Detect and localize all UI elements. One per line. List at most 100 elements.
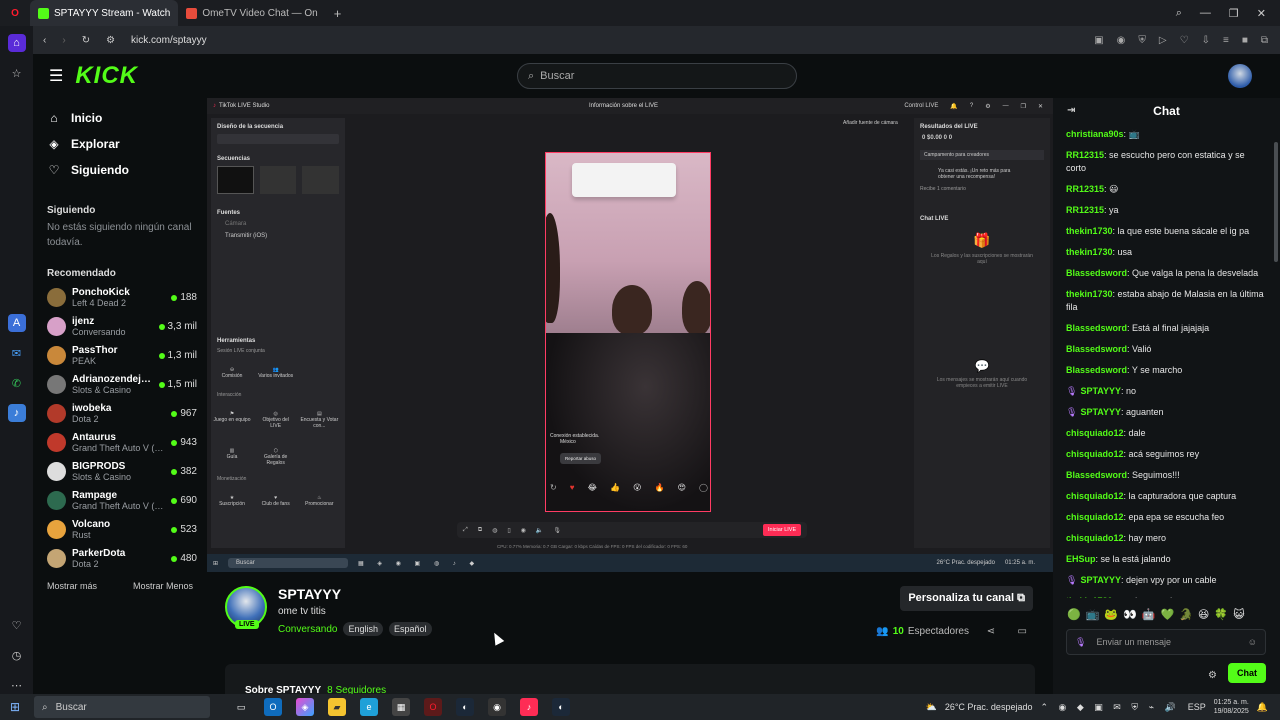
search-input[interactable]: ⌕ Buscar	[517, 63, 797, 89]
chat-input[interactable]: 🎙 Enviar un mensaje ☺	[1066, 629, 1266, 655]
chat-username[interactable]: SPTAYYY	[1080, 575, 1121, 585]
recommended-channel[interactable]: PonchoKick Left 4 Dead 2 188	[33, 283, 207, 312]
stream-category[interactable]: Conversando	[278, 624, 337, 635]
edge-icon[interactable]: e	[360, 698, 378, 716]
emote-icon[interactable]: 😺	[1233, 608, 1244, 621]
chat-username[interactable]: Blassedsword	[1066, 323, 1127, 333]
heart-icon[interactable]: ♡	[8, 616, 26, 634]
tab-sptayyy[interactable]: SPTAYYY Stream - Watch	[30, 0, 179, 26]
easy-setup-icon[interactable]: ⧉	[1261, 35, 1268, 46]
show-more-button[interactable]: Mostrar más	[47, 581, 97, 591]
recommended-channel[interactable]: ParkerDota Dota 2 480	[33, 544, 207, 573]
tag-english[interactable]: English	[343, 622, 384, 636]
chat-username[interactable]: chisquiado12	[1066, 428, 1124, 438]
more-icon[interactable]: ⋯	[8, 676, 26, 694]
steam-alt-icon[interactable]: ◐	[552, 698, 570, 716]
copilot-icon[interactable]: ◈	[296, 698, 314, 716]
site-info-icon[interactable]: ⚙	[106, 35, 115, 46]
new-tab-button[interactable]: +	[326, 0, 350, 26]
chat-username[interactable]: chisquiado12	[1066, 533, 1124, 543]
history-icon[interactable]: ◷	[8, 646, 26, 664]
share-icon[interactable]: ⋖	[987, 626, 995, 637]
url-field[interactable]: kick.com/sptayyy	[131, 35, 207, 46]
nav-item-explorar[interactable]: ◈ Explorar	[33, 131, 207, 157]
play-icon[interactable]: ▷	[1159, 35, 1167, 46]
camera-icon[interactable]: ◉	[1117, 35, 1126, 46]
clock[interactable]: 01:25 a. m. 19/08/2025	[1214, 698, 1249, 716]
reload-icon[interactable]: ↻	[82, 35, 90, 46]
recommended-channel[interactable]: Volcano Rust 523	[33, 515, 207, 544]
windows-start-icon[interactable]: ⊞	[0, 700, 30, 714]
emote-icon[interactable]: 📺	[1086, 608, 1100, 621]
chat-username[interactable]: Blassedsword	[1066, 470, 1127, 480]
menu-icon[interactable]: ≡	[1223, 35, 1229, 46]
forward-icon[interactable]: ›	[62, 35, 65, 46]
chat-username[interactable]: SPTAYYY	[1080, 407, 1121, 417]
chat-username[interactable]: thekin1730	[1066, 596, 1113, 598]
star-icon[interactable]: ☆	[8, 64, 26, 82]
chat-username[interactable]: christiana90s	[1066, 129, 1124, 139]
chat-username[interactable]: chisquiado12	[1066, 449, 1124, 459]
notifications-icon[interactable]: 🔔	[1257, 702, 1268, 713]
kick-logo[interactable]: KICK	[75, 62, 138, 90]
download-icon[interactable]: ⇩	[1202, 35, 1210, 46]
chat-username[interactable]: Blassedsword	[1066, 344, 1127, 354]
nav-item-inicio[interactable]: ⌂ Inicio	[33, 105, 207, 131]
screenshot-icon[interactable]: ▣	[1094, 35, 1103, 46]
recommended-channel[interactable]: BIGPRODS Slots & Casino 382	[33, 457, 207, 486]
chat-username[interactable]: Blassedsword	[1066, 365, 1127, 375]
taskbar-search[interactable]: ⌕ Buscar	[34, 696, 210, 718]
back-icon[interactable]: ‹	[43, 35, 46, 46]
minimize-button[interactable]: —	[1200, 7, 1211, 19]
video-player[interactable]: ♪ TikTok LIVE Studio Información sobre e…	[207, 98, 1053, 572]
emote-icon[interactable]: 🍀	[1214, 608, 1228, 621]
chat-settings-icon[interactable]: ⚙	[1208, 670, 1217, 681]
recommended-channel[interactable]: Antaurus Grand Theft Auto V (G... 943	[33, 428, 207, 457]
chat-username[interactable]: SPTAYYY	[1080, 386, 1121, 396]
file-explorer-icon[interactable]: ▰	[328, 698, 346, 716]
store-icon[interactable]: ▦	[392, 698, 410, 716]
chat-username[interactable]: EHSup	[1066, 554, 1096, 564]
recommended-channel[interactable]: iwobeka Dota 2 967	[33, 399, 207, 428]
nav-item-siguiendo[interactable]: ♡ Siguiendo	[33, 157, 207, 183]
emote-icon[interactable]: 🟢	[1067, 608, 1081, 621]
chat-username[interactable]: chisquiado12	[1066, 512, 1124, 522]
recommended-channel[interactable]: ijenz Conversando 3,3 mil	[33, 312, 207, 341]
hamburger-menu-icon[interactable]: ☰	[49, 66, 63, 86]
show-less-button[interactable]: Mostrar Menos	[133, 581, 193, 591]
obs-icon[interactable]: ◉	[488, 698, 506, 716]
chat-username[interactable]: RR12315	[1066, 150, 1104, 160]
collapse-chat-icon[interactable]: ⇥	[1067, 105, 1075, 116]
chat-username[interactable]: RR12315	[1066, 205, 1104, 215]
tag-espanol[interactable]: Español	[389, 622, 432, 636]
recommended-channel[interactable]: Rampage Grand Theft Auto V (G... 690	[33, 486, 207, 515]
customize-channel-button[interactable]: Personaliza tu canal ⧉	[900, 586, 1033, 611]
close-window-button[interactable]: ✕	[1257, 7, 1266, 20]
task-view-icon[interactable]: ▭	[232, 698, 250, 716]
profile-icon[interactable]: ■	[1242, 35, 1248, 46]
chat-username[interactable]: thekin1730	[1066, 226, 1113, 236]
emote-icon[interactable]: 🐊	[1179, 608, 1193, 621]
emote-icon[interactable]: 😆	[1198, 608, 1209, 621]
chat-scrollbar[interactable]	[1274, 142, 1278, 262]
chat-send-button[interactable]: Chat	[1228, 663, 1266, 683]
opera-logo[interactable]: O	[0, 0, 30, 26]
recommended-channel[interactable]: PassThor PEAK 1,3 mil	[33, 341, 207, 370]
chat-username[interactable]: Blassedsword	[1066, 268, 1127, 278]
language-indicator[interactable]: ESP	[1188, 702, 1206, 712]
search-tabs-icon[interactable]: ⌕	[1176, 7, 1182, 20]
shield-icon[interactable]: ⛨	[1138, 35, 1146, 46]
maximize-button[interactable]: ❐	[1229, 7, 1239, 20]
chat-username[interactable]: thekin1730	[1066, 247, 1113, 257]
messenger-icon[interactable]: ✉	[8, 344, 26, 362]
whatsapp-icon[interactable]: ✆	[8, 374, 26, 392]
recommended-channel[interactable]: Adrianozendeja... Slots & Casino 1,5 mil	[33, 370, 207, 399]
tray-icons[interactable]: ⌃ ◉ ◆ ▣ ✉ ⛨ ⌁ 🔊	[1040, 702, 1179, 713]
tab-ometv[interactable]: OmeTV Video Chat — On	[178, 0, 325, 26]
emote-icon[interactable]: 💚	[1161, 608, 1175, 621]
aria-icon[interactable]: A	[7, 314, 26, 332]
emoji-picker-icon[interactable]: ☺	[1248, 637, 1257, 647]
outlook-icon[interactable]: O	[264, 698, 282, 716]
opera-icon[interactable]: O	[424, 698, 442, 716]
home-icon[interactable]: ⌂	[7, 34, 26, 52]
